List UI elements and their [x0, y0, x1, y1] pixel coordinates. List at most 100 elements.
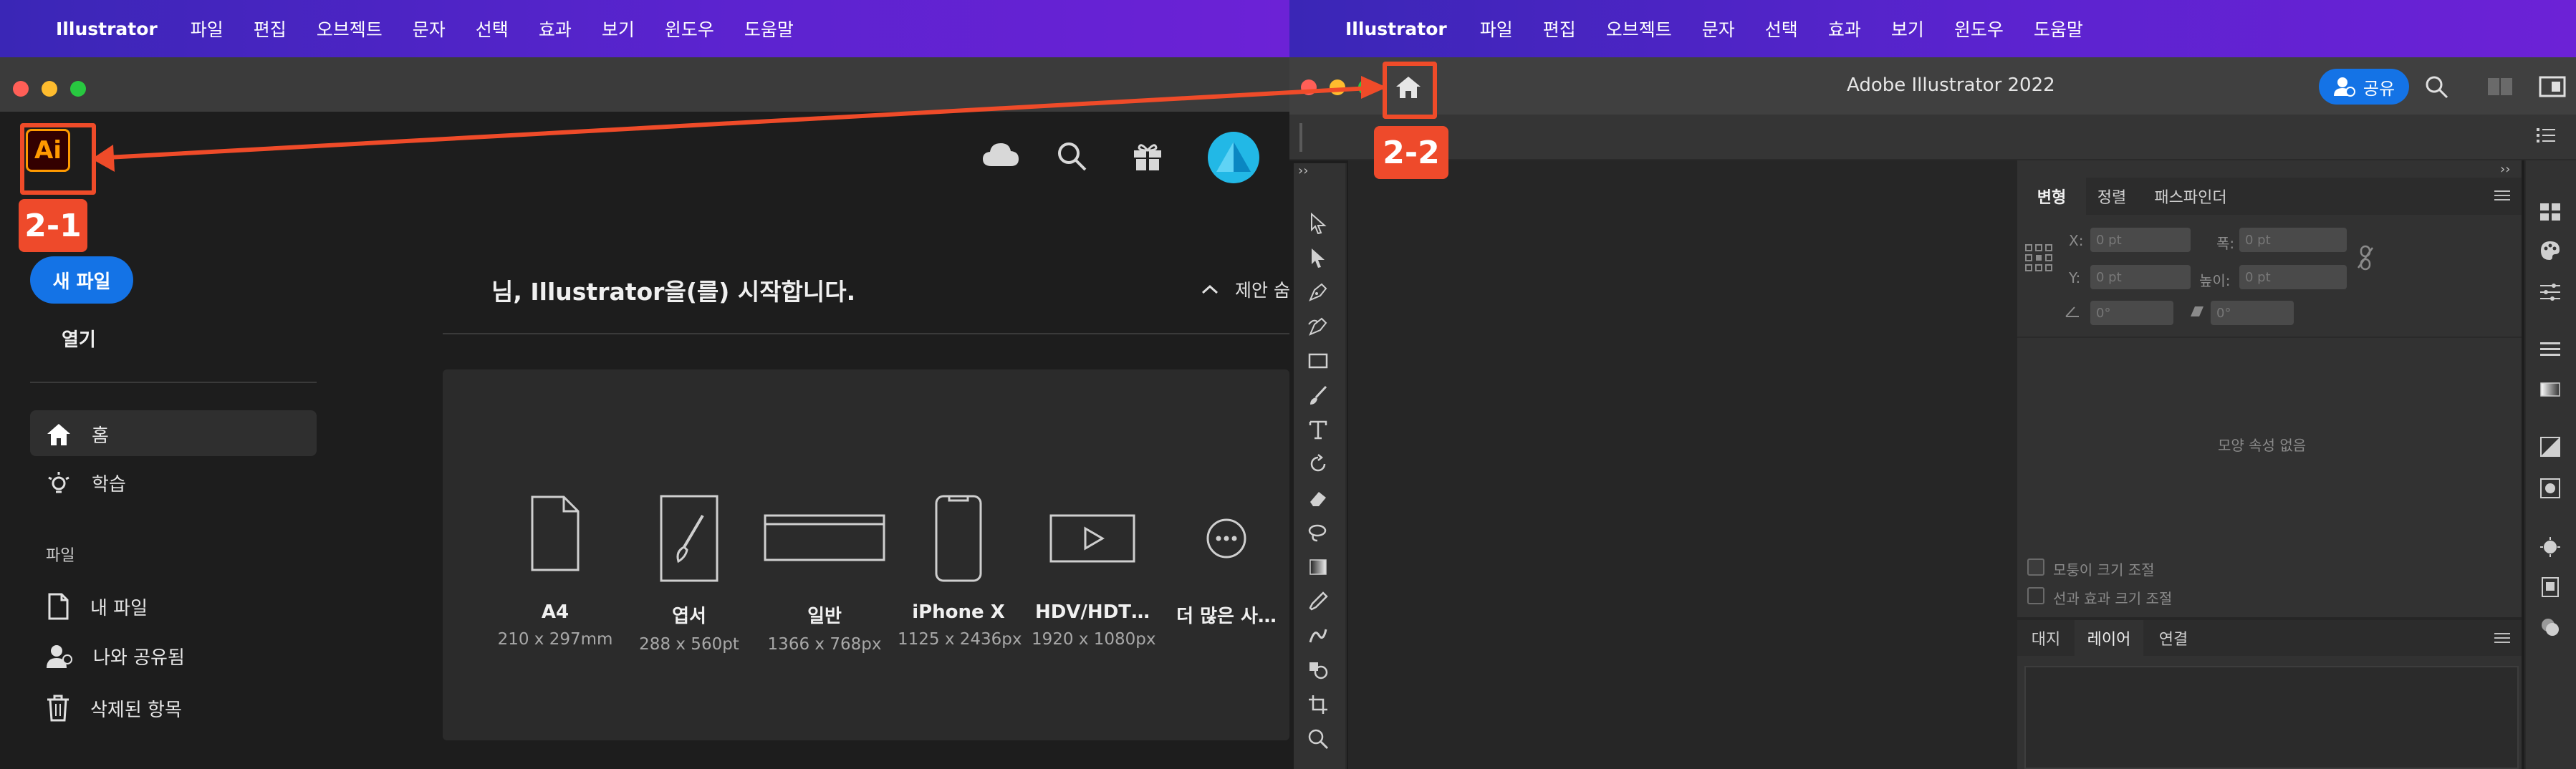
app-menu-illustrator-right[interactable]: Illustrator: [1345, 19, 1447, 39]
zoom-tool-icon[interactable]: [1304, 725, 1332, 753]
preset-a4[interactable]: A4 210 x 297mm: [494, 494, 616, 649]
menu-help[interactable]: 도움말: [744, 16, 794, 42]
zoom-window-button[interactable]: [70, 81, 86, 97]
type-tool-icon[interactable]: [1304, 415, 1332, 444]
sidebar-item-shared[interactable]: 나와 공유됨: [46, 643, 185, 669]
sidebar-item-my-files[interactable]: 내 파일: [46, 593, 148, 620]
constrain-proportions-icon[interactable]: [2355, 245, 2375, 274]
share-button[interactable]: 공유: [2319, 69, 2409, 105]
tab-layers[interactable]: 레이어: [2075, 620, 2143, 656]
asset-export-icon[interactable]: [2536, 573, 2565, 601]
reference-point-icon[interactable]: [2024, 243, 2053, 275]
tab-align[interactable]: 정렬: [2086, 178, 2138, 215]
scale-corners-checkbox[interactable]: [2027, 558, 2044, 576]
tab-artboards[interactable]: 대지: [2017, 620, 2075, 656]
rotate-tool-icon[interactable]: [1304, 450, 1332, 478]
menu-type-right[interactable]: 문자: [1702, 16, 1735, 42]
preset-web-size: 1366 x 768px: [767, 635, 882, 654]
height-field[interactable]: 0 pt: [2239, 265, 2347, 289]
puppet-warp-tool-icon[interactable]: [1304, 622, 1332, 650]
stroke-panel-icon[interactable]: [2536, 335, 2565, 364]
x-field[interactable]: 0 pt: [2090, 228, 2191, 252]
menu-object-right[interactable]: 오브젝트: [1606, 16, 1672, 42]
appearance-panel-icon[interactable]: [2536, 474, 2565, 503]
layers-list[interactable]: [2024, 666, 2519, 769]
preset-web[interactable]: 일반 1366 x 768px: [764, 494, 885, 654]
lasso-tool-icon[interactable]: [1304, 518, 1332, 547]
menu-file-right[interactable]: 파일: [1480, 16, 1513, 42]
minimize-window-button-right[interactable]: [1330, 79, 1345, 95]
menu-help-right[interactable]: 도움말: [2034, 16, 2083, 42]
user-avatar[interactable]: [1208, 132, 1259, 183]
transparency-panel-icon[interactable]: [2536, 432, 2565, 461]
menu-select-right[interactable]: 선택: [1765, 16, 1798, 42]
menu-edit[interactable]: 편집: [254, 16, 287, 42]
pen-tool-icon[interactable]: [1304, 278, 1332, 306]
menu-window-right[interactable]: 윈도우: [1954, 16, 2004, 42]
menu-edit-right[interactable]: 편집: [1543, 16, 1576, 42]
rectangle-tool-icon[interactable]: [1304, 347, 1332, 375]
tab-pathfinder[interactable]: 패스파인더: [2140, 178, 2241, 215]
eraser-tool-icon[interactable]: [1304, 484, 1332, 513]
menu-view[interactable]: 보기: [602, 16, 635, 42]
layers-panel-menu-icon[interactable]: [2494, 632, 2510, 647]
shape-builder-tool-icon[interactable]: [1304, 656, 1332, 685]
zoom-window-button-right[interactable]: [1358, 79, 1374, 95]
scale-strokes-checkbox[interactable]: [2027, 587, 2044, 604]
preset-iphone[interactable]: iPhone X 1125 x 2436px: [898, 494, 1022, 649]
gift-icon[interactable]: [1132, 140, 1163, 175]
direct-selection-tool-icon[interactable]: [1304, 243, 1332, 272]
menu-window[interactable]: 윈도우: [665, 16, 714, 42]
symbols-panel-icon[interactable]: [2536, 533, 2565, 561]
gradient-panel-icon[interactable]: [2536, 375, 2565, 404]
tools-collapse-icon[interactable]: ››: [1298, 163, 1308, 178]
search-icon[interactable]: [1056, 140, 1087, 175]
sidebar-item-learn[interactable]: 학습: [46, 470, 126, 496]
panel-menu-icon[interactable]: [2494, 189, 2510, 205]
canvas-area[interactable]: [1348, 160, 2017, 769]
new-file-button[interactable]: 새 파일: [30, 256, 133, 304]
y-field[interactable]: 0 pt: [2090, 265, 2191, 289]
artboard-tool-icon[interactable]: [1304, 690, 1332, 719]
open-button[interactable]: 열기: [62, 325, 96, 352]
app-menu-illustrator[interactable]: Illustrator: [56, 19, 158, 39]
sidebar-item-deleted[interactable]: 삭제된 항목: [46, 695, 182, 722]
eyedropper-tool-icon[interactable]: [1304, 587, 1332, 616]
suggestions-toggle[interactable]: 제안 숨: [1201, 276, 1290, 302]
menu-select[interactable]: 선택: [476, 16, 509, 42]
adjustments-sliders-icon[interactable]: [2536, 278, 2565, 306]
menu-effect-right[interactable]: 효과: [1828, 16, 1861, 42]
callout-badge-2-2: 2-2: [1374, 126, 1448, 179]
sidebar-item-deleted-label: 삭제된 항목: [90, 699, 182, 721]
menu-file[interactable]: 파일: [191, 16, 224, 42]
search-icon-right[interactable]: [2424, 74, 2448, 102]
control-bar-menu-icon[interactable]: [2536, 126, 2556, 147]
preset-hdv[interactable]: HDV/HDT… 1920 x 1080px: [1032, 494, 1156, 649]
tab-transform[interactable]: 변형: [2017, 178, 2086, 215]
preset-postcard[interactable]: 엽서 288 x 560pt: [628, 494, 750, 654]
menu-object[interactable]: 오브젝트: [317, 16, 383, 42]
shear-field[interactable]: 0°: [2211, 301, 2294, 325]
tab-links[interactable]: 연결: [2145, 620, 2202, 656]
curvature-tool-icon[interactable]: [1304, 312, 1332, 341]
properties-panel-icon[interactable]: [2536, 198, 2565, 226]
workspace-switcher-icon[interactable]: [2539, 76, 2566, 100]
menu-view-right[interactable]: 보기: [1891, 16, 1924, 42]
cloud-icon[interactable]: [981, 140, 1020, 172]
panel-collapse-icon[interactable]: ››: [2500, 162, 2510, 177]
rotate-field[interactable]: 0°: [2090, 301, 2173, 325]
menu-effect[interactable]: 효과: [539, 16, 572, 42]
sidebar-item-home[interactable]: 홈: [46, 421, 109, 448]
selection-tool-icon[interactable]: [1304, 209, 1332, 238]
close-window-button[interactable]: [13, 81, 29, 97]
color-palette-icon[interactable]: [2536, 236, 2565, 265]
graphic-styles-icon[interactable]: [2536, 613, 2565, 642]
gradient-tool-icon[interactable]: [1304, 553, 1332, 581]
paintbrush-tool-icon[interactable]: [1304, 381, 1332, 410]
close-window-button-right[interactable]: [1301, 79, 1317, 95]
minimize-window-button[interactable]: [42, 81, 57, 97]
menu-type[interactable]: 문자: [413, 16, 446, 42]
arrange-documents-icon[interactable]: [2487, 77, 2513, 99]
width-field[interactable]: 0 pt: [2239, 228, 2347, 252]
preset-more[interactable]: 더 많은 사…: [1166, 494, 1287, 628]
